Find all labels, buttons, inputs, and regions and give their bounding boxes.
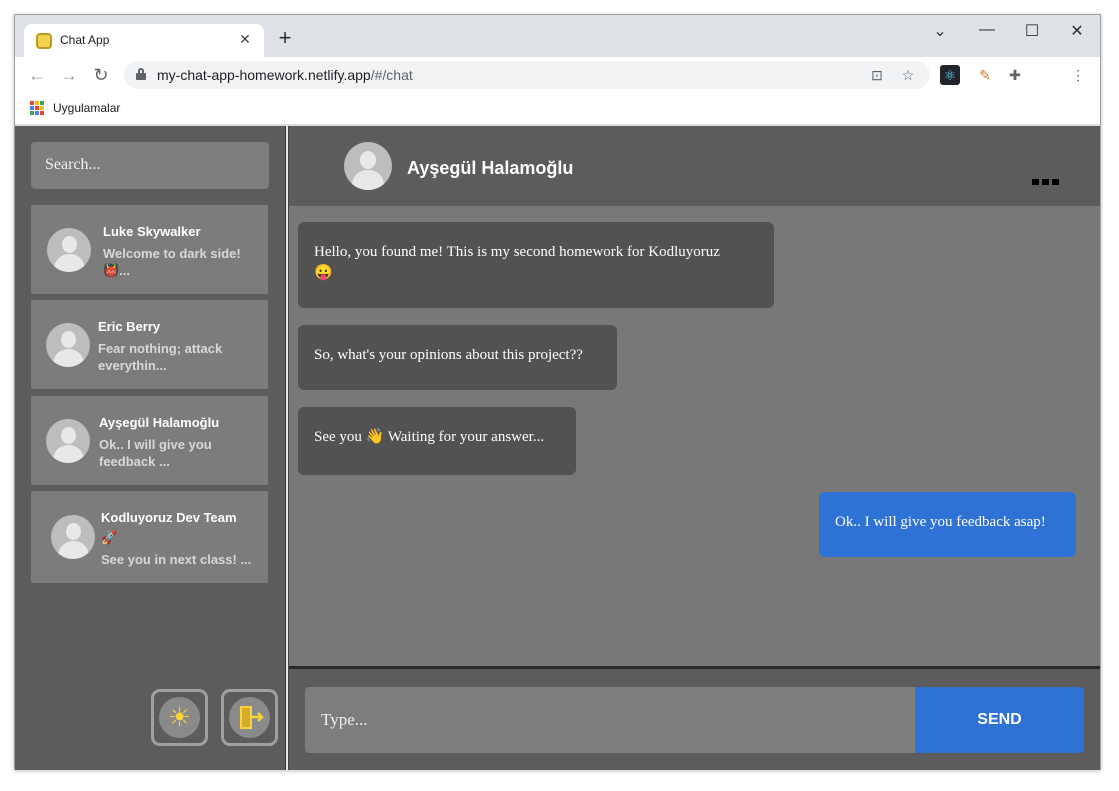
sidebar: Search... Luke Skywalker Welcome to dark… — [15, 126, 285, 770]
contact-preview-line1: Welcome to dark side! — [103, 246, 241, 261]
message-text: So, what's your opinions about this proj… — [314, 347, 583, 363]
message-composer: Type... SEND — [289, 669, 1100, 770]
theme-toggle-button[interactable]: ☀ — [151, 689, 208, 746]
message-bubble-received: See you 👋 Waiting for your answer... — [298, 407, 576, 475]
message-text: Hello, you found me! This is my second h… — [314, 244, 720, 260]
message-bubble-sent: Ok.. I will give you feedback asap! — [819, 492, 1076, 557]
tab-search-chevron-icon[interactable]: ⌄ — [928, 21, 952, 41]
browser-window: Chat App ✕ + ⌄ — ☐ ✕ ← → ↻ my-chat-app-h… — [14, 14, 1101, 770]
contact-preview-line1: Fear nothing; attack — [98, 341, 223, 356]
translate-icon[interactable]: ⊡ — [867, 65, 887, 85]
message-bubble-received: Hello, you found me! This is my second h… — [298, 222, 774, 308]
color-picker-extension-icon[interactable]: ✎ — [975, 65, 995, 85]
apps-bookmark-label[interactable]: Uygulamalar — [53, 101, 120, 115]
message-bubble-received: So, what's your opinions about this proj… — [298, 325, 617, 390]
contact-preview-line2: feedback ... — [99, 454, 170, 469]
exit-door-icon — [229, 697, 270, 738]
avatar-icon — [47, 228, 91, 272]
contact-preview-line2: everythin... — [98, 358, 167, 373]
avatar-icon — [46, 419, 90, 463]
chat-header: Ayşegül Halamoğlu — [289, 126, 1100, 206]
tab-close-icon[interactable]: ✕ — [236, 30, 254, 48]
message-input-placeholder: Type... — [321, 710, 368, 729]
address-bar[interactable]: my-chat-app-homework.netlify.app/#/chat … — [124, 61, 930, 89]
contact-name: Ayşegül Halamoğlu — [99, 415, 220, 430]
send-button[interactable]: SEND — [915, 687, 1084, 753]
contact-preview-line1: See you in next class! ... — [101, 552, 252, 567]
contact-name-emoji: 🚀 — [101, 530, 118, 545]
url-text: my-chat-app-homework.netlify.app/#/chat — [157, 67, 413, 83]
lock-icon — [136, 68, 146, 80]
chat-contact-name: Ayşegül Halamoğlu — [407, 158, 574, 178]
contact-preview-line2: 👹... — [103, 263, 131, 278]
back-arrow-icon[interactable]: ← — [25, 63, 49, 87]
contact-name: Luke Skywalker — [103, 224, 201, 239]
contact-item-kodluyoruz-dev-team[interactable]: Kodluyoruz Dev Team 🚀 See you in next cl… — [31, 491, 268, 583]
tab-strip: Chat App ✕ + ⌄ — ☐ ✕ — [15, 15, 1100, 57]
avatar-icon — [51, 515, 95, 559]
contact-item-aysegul-halamoglu[interactable]: Ayşegül Halamoğlu Ok.. I will give you f… — [31, 396, 268, 485]
bookmark-star-icon[interactable]: ☆ — [898, 65, 918, 85]
minimize-icon[interactable]: — — [975, 21, 999, 39]
tab-chat-app[interactable]: Chat App ✕ — [24, 24, 264, 57]
browser-menu-icon[interactable]: ⋮ — [1068, 65, 1088, 85]
sun-icon: ☀ — [159, 697, 200, 738]
contact-avatar-icon — [344, 142, 392, 190]
bookmarks-bar: Uygulamalar — [15, 93, 1100, 125]
new-tab-icon[interactable]: + — [274, 27, 296, 49]
contact-item-eric-berry[interactable]: Eric Berry Fear nothing; attack everythi… — [31, 300, 268, 389]
contact-name: Kodluyoruz Dev Team — [101, 510, 237, 525]
avatar-icon — [46, 323, 90, 367]
message-text: Ok.. I will give you feedback asap! — [835, 514, 1046, 530]
search-input[interactable]: Search... — [31, 142, 269, 189]
extensions-puzzle-icon[interactable]: ✚ — [1005, 65, 1025, 85]
message-emoji: 😛 — [314, 265, 333, 281]
message-text: See you 👋 Waiting for your answer... — [314, 429, 545, 445]
more-options-icon[interactable] — [1032, 172, 1062, 185]
message-input[interactable]: Type... — [305, 687, 915, 753]
message-list: Hello, you found me! This is my second h… — [289, 206, 1100, 666]
contact-name: Eric Berry — [98, 319, 161, 334]
browser-toolbar: ← → ↻ my-chat-app-homework.netlify.app/#… — [15, 57, 1100, 93]
contact-item-luke-skywalker[interactable]: Luke Skywalker Welcome to dark side! 👹..… — [31, 205, 268, 294]
logout-button[interactable] — [221, 689, 278, 746]
chat-favicon-icon — [36, 33, 52, 49]
reload-icon[interactable]: ↻ — [89, 63, 113, 87]
tab-title: Chat App — [60, 33, 110, 47]
maximize-icon[interactable]: ☐ — [1020, 21, 1044, 41]
contact-preview-line1: Ok.. I will give you — [99, 437, 212, 452]
forward-arrow-icon[interactable]: → — [57, 63, 81, 87]
chat-app: Search... Luke Skywalker Welcome to dark… — [15, 126, 1100, 770]
react-devtools-icon[interactable]: ⚛ — [940, 65, 960, 85]
close-window-icon[interactable]: ✕ — [1065, 21, 1089, 41]
apps-grid-icon[interactable] — [30, 101, 44, 115]
search-placeholder: Search... — [45, 156, 101, 173]
